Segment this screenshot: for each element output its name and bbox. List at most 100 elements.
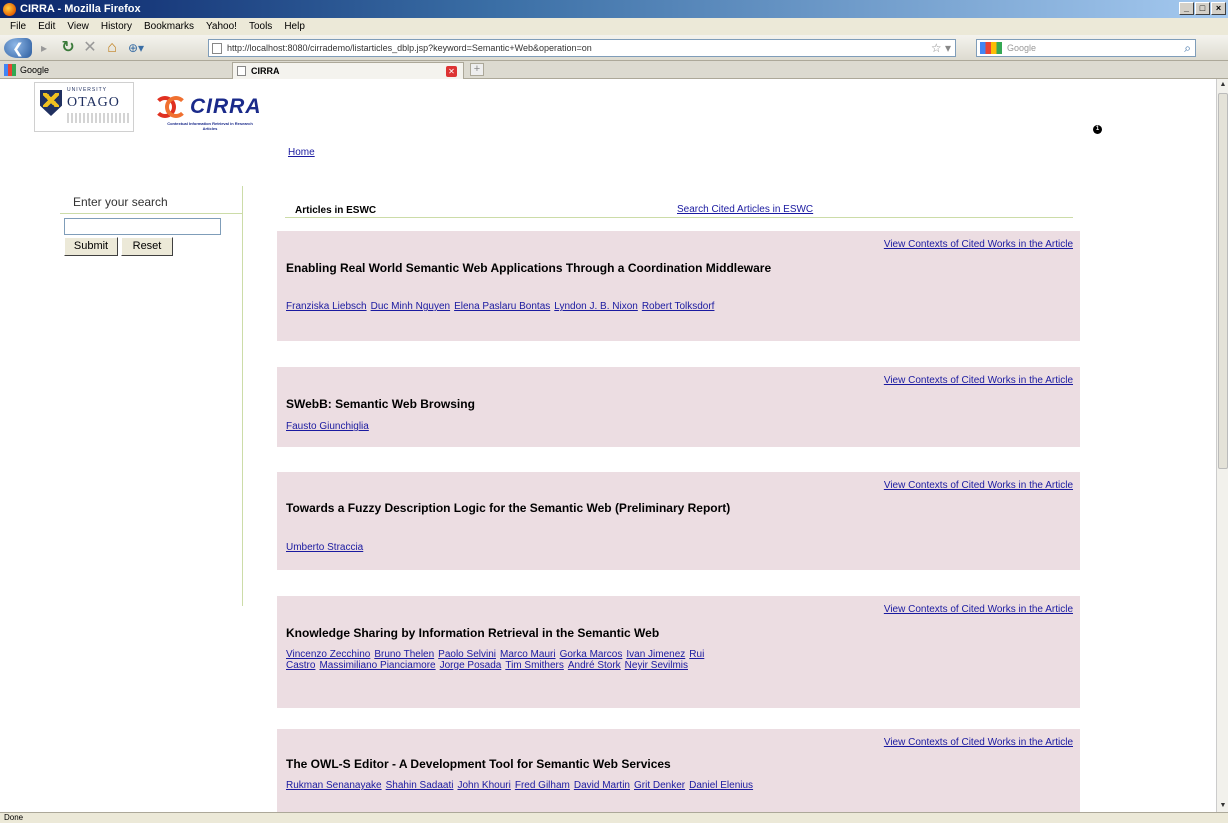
author-link[interactable]: Tim Smithers: [505, 660, 564, 671]
back-button[interactable]: ❮: [4, 38, 32, 58]
article-authors: Vincenzo Zecchino Bruno Thelen Paolo Selvi…: [286, 649, 791, 671]
author-link[interactable]: Rukman Senanayake: [286, 780, 382, 791]
search-cited-articles-link[interactable]: Search Cited Articles in ESWC: [677, 204, 813, 215]
close-tab-icon[interactable]: ✕: [446, 66, 457, 77]
author-link[interactable]: Lyndon J. B. Nixon: [554, 301, 638, 312]
scroll-down-icon[interactable]: ▼: [1218, 800, 1228, 812]
otago-logo-word: OTAGO: [67, 95, 120, 110]
article-authors: Rukman Senanayake Shahin Sadaati John Khou…: [286, 780, 786, 791]
otago-shield-icon: [40, 90, 62, 116]
author-link[interactable]: Grit Denker: [634, 780, 685, 791]
article-card: View Contexts of Cited Works in the Arti…: [277, 596, 1080, 708]
search-label: Enter your search: [73, 195, 168, 209]
author-link[interactable]: Ivan Jimenez: [626, 649, 685, 660]
maximize-button[interactable]: □: [1195, 2, 1210, 15]
tab-bar: Google CIRRA ✕ +: [0, 61, 1228, 79]
author-link[interactable]: Gorka Marcos: [560, 649, 623, 660]
minimize-button[interactable]: _: [1179, 2, 1194, 15]
tab-cirra[interactable]: CIRRA ✕: [232, 62, 464, 79]
author-link[interactable]: Fausto Giunchiglia: [286, 421, 369, 432]
window-title-bar: CIRRA - Mozilla Firefox _ □ ×: [0, 0, 1228, 18]
close-window-button[interactable]: ×: [1211, 2, 1226, 15]
page-icon: [212, 43, 222, 54]
bookmark-star-icon[interactable]: ☆ ▾: [931, 40, 951, 56]
article-title: SWebB: Semantic Web Browsing: [286, 397, 475, 411]
cirra-logo: CIRRA Contextual Information Retrieval i…: [152, 91, 262, 135]
menu-bar: File Edit View History Bookmarks Yahoo! …: [0, 18, 1228, 35]
reload-icon[interactable]: ↻: [58, 38, 78, 58]
menu-edit[interactable]: Edit: [32, 18, 61, 35]
author-link[interactable]: Elena Paslaru Bontas: [454, 301, 550, 312]
menu-yahoo[interactable]: Yahoo!: [200, 18, 243, 35]
article-authors: Fausto Giunchiglia: [286, 421, 786, 432]
google-icon[interactable]: [980, 42, 1002, 54]
article-title: The OWL-S Editor - A Development Tool fo…: [286, 757, 671, 771]
menu-file[interactable]: File: [4, 18, 32, 35]
bookmark-google[interactable]: Google: [4, 63, 49, 77]
search-icon[interactable]: ⌕: [1184, 40, 1191, 56]
author-link[interactable]: Robert Tolksdorf: [642, 301, 715, 312]
footnote-marker: 1: [1093, 125, 1102, 134]
forward-button[interactable]: ▸: [34, 38, 54, 58]
author-link[interactable]: Jorge Posada: [440, 660, 502, 671]
view-contexts-link[interactable]: View Contexts of Cited Works in the Arti…: [884, 737, 1073, 748]
vertical-scrollbar[interactable]: ▲ ▼: [1216, 79, 1228, 812]
author-link[interactable]: Neyir Sevilmis: [625, 660, 688, 671]
scroll-up-icon[interactable]: ▲: [1218, 79, 1228, 91]
download-icon[interactable]: ⊕▾: [124, 38, 148, 58]
menu-tools[interactable]: Tools: [243, 18, 278, 35]
view-contexts-link[interactable]: View Contexts of Cited Works in the Arti…: [884, 375, 1073, 386]
author-link[interactable]: Shahin Sadaati: [386, 780, 454, 791]
article-authors: Umberto Straccia: [286, 542, 786, 553]
home-link[interactable]: Home: [288, 147, 315, 158]
author-link[interactable]: Franziska Liebsch: [286, 301, 367, 312]
scrollbar-thumb[interactable]: [1218, 93, 1228, 469]
results-header: Articles in ESWC Search Cited Articles i…: [285, 198, 1073, 218]
sidebar-divider: [60, 213, 243, 214]
otago-logo-subtext: [67, 113, 129, 123]
view-contexts-link[interactable]: View Contexts of Cited Works in the Arti…: [884, 480, 1073, 491]
author-link[interactable]: John Khouri: [457, 780, 510, 791]
author-link[interactable]: Duc Minh Nguyen: [371, 301, 450, 312]
author-link[interactable]: Marco Mauri: [500, 649, 556, 660]
home-icon[interactable]: ⌂: [102, 38, 122, 58]
navigation-toolbar: ❮ ▸ ↻ ✕ ⌂ ⊕▾ http://localhost:8080/cirra…: [0, 35, 1228, 61]
author-link[interactable]: Vincenzo Zecchino: [286, 649, 370, 660]
submit-button[interactable]: Submit: [64, 237, 118, 256]
new-tab-button[interactable]: +: [470, 63, 484, 76]
article-title: Enabling Real World Semantic Web Applica…: [286, 261, 772, 275]
page-icon: [237, 66, 246, 76]
window-title: CIRRA - Mozilla Firefox: [20, 3, 141, 15]
otago-logo: UNIVERSITY OTAGO: [34, 82, 134, 132]
status-bar: Done: [0, 812, 1228, 823]
view-contexts-link[interactable]: View Contexts of Cited Works in the Arti…: [884, 604, 1073, 615]
stop-icon[interactable]: ✕: [80, 38, 100, 58]
author-link[interactable]: Daniel Elenius: [689, 780, 753, 791]
author-link[interactable]: Umberto Straccia: [286, 542, 363, 553]
author-link[interactable]: David Martin: [574, 780, 630, 791]
cirra-ring-icon: [165, 96, 187, 118]
author-link[interactable]: André Stork: [568, 660, 621, 671]
menu-history[interactable]: History: [95, 18, 138, 35]
article-card: View Contexts of Cited Works in the Arti…: [277, 729, 1080, 812]
firefox-icon: [3, 3, 16, 16]
view-contexts-link[interactable]: View Contexts of Cited Works in the Arti…: [884, 239, 1073, 250]
menu-bookmarks[interactable]: Bookmarks: [138, 18, 200, 35]
article-card: View Contexts of Cited Works in the Arti…: [277, 231, 1080, 341]
author-link[interactable]: Massimiliano Pianciamore: [319, 660, 435, 671]
address-text: http://localhost:8080/cirrademo/listarti…: [227, 43, 592, 53]
address-bar[interactable]: http://localhost:8080/cirrademo/listarti…: [208, 39, 956, 57]
article-authors: Franziska Liebsch Duc Minh Nguyen Elena Pa…: [286, 301, 786, 312]
menu-help[interactable]: Help: [278, 18, 311, 35]
search-input[interactable]: [64, 218, 221, 235]
search-bar[interactable]: Google ⌕: [976, 39, 1196, 57]
reset-button[interactable]: Reset: [121, 237, 173, 256]
otago-logo-small: UNIVERSITY: [67, 87, 108, 93]
author-link[interactable]: Bruno Thelen: [374, 649, 434, 660]
author-link[interactable]: Paolo Selvini: [438, 649, 496, 660]
tab-label: CIRRA: [251, 66, 280, 76]
cirra-logo-word: CIRRA: [190, 95, 262, 118]
article-title: Knowledge Sharing by Information Retriev…: [286, 626, 660, 640]
menu-view[interactable]: View: [61, 18, 95, 35]
author-link[interactable]: Fred Gilham: [515, 780, 570, 791]
